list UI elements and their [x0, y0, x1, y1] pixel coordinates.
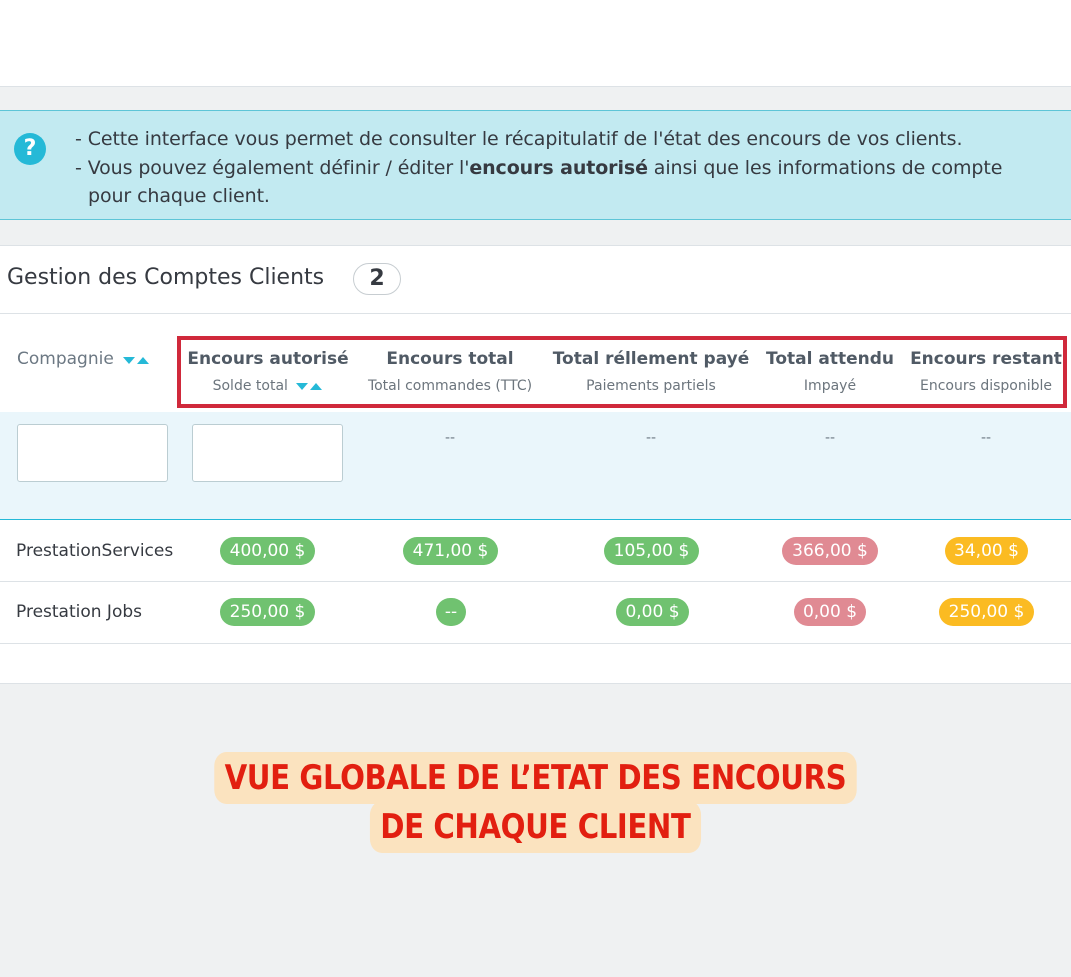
encours-total-badge: -- — [436, 598, 466, 626]
filter-encours-autorise-input[interactable] — [192, 424, 343, 482]
column-header-compagnie[interactable]: Compagnie — [17, 349, 150, 369]
panel-divider — [0, 313, 1071, 314]
info-line-2-start: - Vous pouvez également définir / éditer… — [75, 157, 470, 179]
filter-compagnie-input[interactable] — [17, 424, 168, 482]
count-badge: 2 — [353, 263, 401, 295]
table-row-company[interactable]: Prestation Jobs — [16, 602, 142, 622]
info-line-1: - Cette interface vous permet de consult… — [75, 128, 963, 150]
encours-restant-badge: 34,00 $ — [945, 537, 1028, 565]
banner-text-1: VUE GLOBALE DE L’ETAT DES ENCOURS — [214, 752, 857, 804]
total-attendu-badge: 366,00 $ — [782, 537, 878, 565]
panel-title: Gestion des Comptes Clients — [7, 265, 325, 290]
info-line-2: - Vous pouvez également définir / éditer… — [75, 157, 1002, 179]
top-header-bar — [0, 0, 1071, 87]
row-divider — [0, 581, 1071, 582]
filter-empty-total-paye: -- — [645, 430, 657, 446]
info-line-2-end: ainsi que les informations de compte — [647, 157, 1003, 179]
banner-text-2: DE CHAQUE CLIENT — [370, 801, 701, 853]
encours-total-badge: 471,00 $ — [403, 537, 498, 565]
banner-line-2: DE CHAQUE CLIENT — [0, 801, 1071, 853]
help-icon: ? — [14, 133, 46, 165]
filter-empty-total-attendu: -- — [824, 430, 836, 446]
filter-empty-encours-total: -- — [444, 430, 456, 446]
sort-icon[interactable] — [122, 349, 150, 369]
encours-autorise-badge[interactable]: 400,00 $ — [220, 537, 315, 565]
column-title-compagnie: Compagnie — [17, 349, 114, 369]
encours-autorise-badge[interactable]: 250,00 $ — [220, 598, 315, 626]
banner-line-1: VUE GLOBALE DE L’ETAT DES ENCOURS — [0, 752, 1071, 804]
filter-empty-encours-restant: -- — [980, 430, 992, 446]
encours-restant-badge: 250,00 $ — [939, 598, 1034, 626]
total-paye-badge: 105,00 $ — [604, 537, 699, 565]
row-divider — [0, 643, 1071, 644]
highlight-box — [177, 336, 1067, 408]
total-paye-badge: 0,00 $ — [616, 598, 689, 626]
total-attendu-badge: 0,00 $ — [794, 598, 866, 626]
table-row-company[interactable]: PrestationServices — [16, 541, 173, 561]
info-line-3: pour chaque client. — [88, 185, 270, 207]
info-line-2-bold: encours autorisé — [469, 157, 648, 179]
